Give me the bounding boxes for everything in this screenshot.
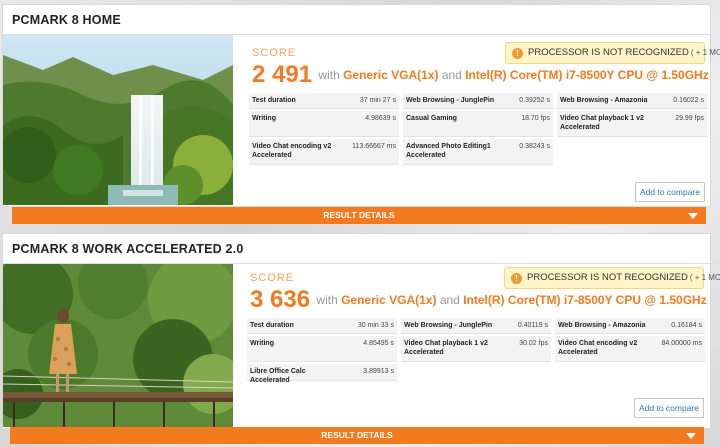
- metric-row: Test duration 37 min 27 s: [249, 93, 399, 109]
- metric-row: Advanced Photo Editing1 Accelerated 0.382…: [403, 139, 553, 165]
- metric-row: Writing 4.85495 s: [247, 336, 397, 362]
- metric-row: Web Browsing - Amazonia 0.16022 s: [557, 93, 707, 109]
- score-line: 2 491 with Generic VGA(1x) and Intel(R) …: [252, 61, 709, 89]
- gpu-name[interactable]: Generic VGA(1x): [341, 293, 436, 307]
- processor-warning[interactable]: ! PROCESSOR IS NOT RECOGNIZED( + 1 MORE ): [504, 267, 720, 289]
- metrics-grid: Test duration 30 min 33 s Web Browsing - …: [247, 318, 705, 384]
- metrics-grid: Test duration 37 min 27 s Web Browsing - …: [249, 93, 707, 167]
- gpu-name[interactable]: Generic VGA(1x): [343, 68, 438, 82]
- add-to-compare-button[interactable]: Add to compare: [635, 182, 705, 202]
- score-value: 2 491: [252, 61, 313, 88]
- warning-icon: !: [512, 48, 523, 59]
- result-details-bar[interactable]: RESULT DETAILS: [10, 427, 704, 444]
- pcmark-work-accelerated-card: PCMARK 8 WORK ACCELERATED 2.0 SCORE 3 63…: [2, 233, 720, 429]
- section-title: PCMARK 8 WORK ACCELERATED 2.0: [3, 234, 710, 264]
- metric-row: Web Browsing - Amazonia 0.16184 s: [555, 318, 705, 334]
- pcmark-home-card: PCMARK 8 HOME SCORE 2 491 with Generic V…: [2, 4, 720, 207]
- score-with-text: with: [316, 293, 338, 307]
- warning-text: PROCESSOR IS NOT RECOGNIZED: [528, 47, 689, 58]
- cpu-name[interactable]: Intel(R) Core(TM) i7-8500Y CPU @ 1.50GHz: [465, 68, 709, 82]
- metric-row: Web Browsing - JunglePin 0.39252 s: [403, 93, 553, 109]
- metric-empty: [555, 364, 705, 381]
- result-details-label: RESULT DETAILS: [321, 430, 393, 440]
- score-and-text: and: [439, 293, 460, 307]
- benchmark-thumbnail-waterfall: [3, 35, 233, 205]
- add-to-compare-button[interactable]: Add to compare: [634, 398, 704, 418]
- result-details-bar[interactable]: RESULT DETAILS: [12, 207, 706, 224]
- metric-row: Video Chat playback 1 v2 Accelerated 29.9…: [557, 111, 707, 137]
- chevron-down-icon: [686, 433, 696, 439]
- score-with-text: with: [318, 68, 340, 82]
- warning-icon: !: [511, 273, 522, 284]
- metric-row: Video Chat encoding v2 Accelerated 84.000…: [555, 336, 705, 362]
- warning-more-link[interactable]: ( + 1 MORE ): [690, 273, 720, 282]
- warning-text: PROCESSOR IS NOT RECOGNIZED: [527, 272, 688, 283]
- metric-row: Web Browsing - JunglePin 0.40119 s: [401, 318, 551, 334]
- metric-row: Libre Office Calc Accelerated 3.89913 s: [247, 364, 397, 384]
- section-title: PCMARK 8 HOME: [3, 5, 710, 35]
- warning-more-link[interactable]: ( + 1 MORE ): [691, 48, 720, 57]
- cpu-name[interactable]: Intel(R) Core(TM) i7-8500Y CPU @ 1.50GHz: [463, 293, 707, 307]
- score-and-text: and: [441, 68, 462, 82]
- metric-row: Casual Gaming 18.70 fps: [403, 111, 553, 137]
- benchmark-thumbnail-jungle-bridge: [3, 264, 233, 427]
- score-label: SCORE: [250, 272, 295, 284]
- score-label: SCORE: [252, 47, 297, 59]
- metric-row: Video Chat encoding v2 Accelerated 113.66…: [249, 139, 399, 165]
- metric-row: Video Chat playback 1 v2 Accelerated 30.0…: [401, 336, 551, 362]
- metric-empty: [557, 139, 707, 165]
- processor-warning[interactable]: ! PROCESSOR IS NOT RECOGNIZED( + 1 MORE ): [505, 42, 720, 64]
- metric-row: Writing 4.98639 s: [249, 111, 399, 137]
- score-value: 3 636: [250, 286, 311, 313]
- metric-row: Test duration 30 min 33 s: [247, 318, 397, 334]
- score-line: 3 636 with Generic VGA(1x) and Intel(R) …: [250, 286, 707, 314]
- result-details-label: RESULT DETAILS: [323, 210, 395, 220]
- chevron-down-icon: [688, 213, 698, 219]
- metric-empty: [401, 364, 551, 381]
